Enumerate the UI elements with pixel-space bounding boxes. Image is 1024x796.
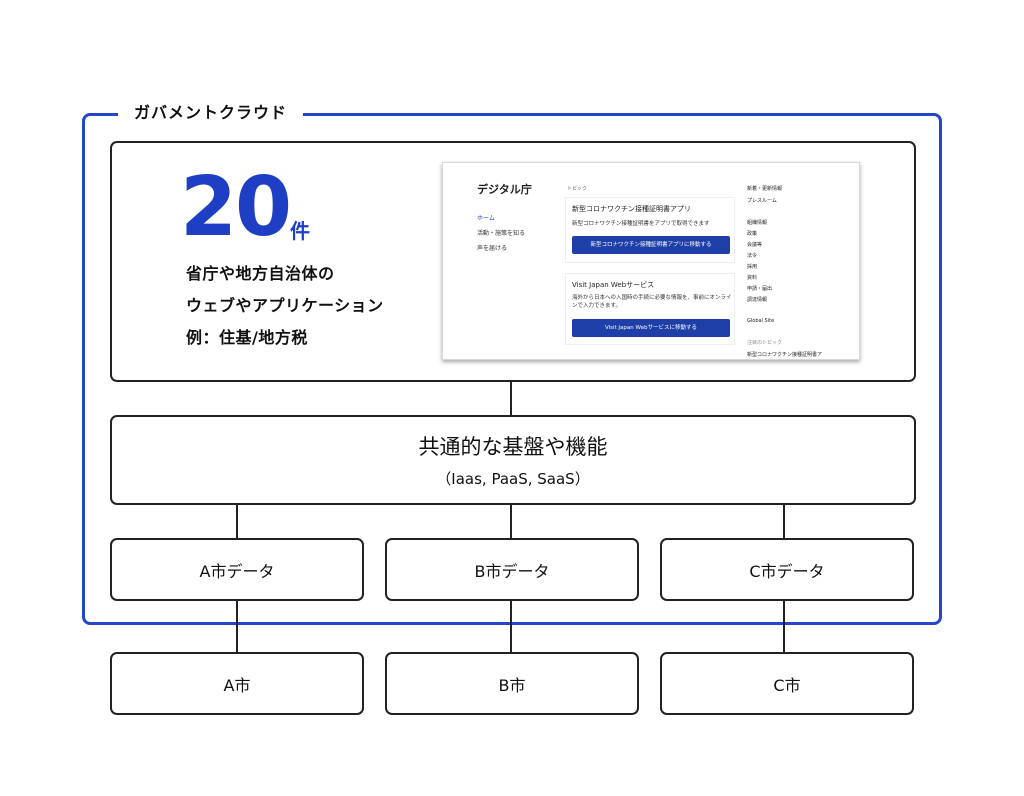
description-line-1: 省庁や地方自治体の xyxy=(186,264,335,283)
side-link: 組織情報 xyxy=(747,220,768,226)
website-nav-voice: 声を届ける xyxy=(477,245,508,252)
description-line-3: 例：住基/地方税 xyxy=(186,328,308,347)
description-line-2: ウェブやアプリケーション xyxy=(186,296,384,315)
side-link: 資料 xyxy=(747,275,758,281)
side-link: 採用 xyxy=(747,264,758,270)
side-link: 法令 xyxy=(747,253,758,259)
connector-line xyxy=(783,600,785,653)
website-topics-label: トピック xyxy=(567,186,588,192)
side-link: 調達情報 xyxy=(747,297,768,303)
city-data-box-b: B市データ xyxy=(385,538,639,601)
platform-title: 共通的な基盤や機能 xyxy=(418,435,608,459)
card-button: Visit Japan Webサービスに移動する xyxy=(572,319,730,337)
website-nav-home: ホーム xyxy=(477,215,495,222)
side-link: プレスルーム xyxy=(747,198,777,204)
website-logo: デジタル庁 xyxy=(477,183,532,196)
connector-line xyxy=(510,600,512,653)
city-box-b: B市 xyxy=(385,652,639,715)
side-link: 新型コロナワクチン接種証明書ア xyxy=(747,352,823,358)
government-cloud-title: ガバメントクラウド xyxy=(118,101,304,125)
website-card-vaccine: 新型コロナワクチン接種証明書アプリ 新型コロナワクチン接種証明書をアプリで取得で… xyxy=(565,197,735,263)
card-text: 新型コロナワクチン接種証明書をアプリで取得できます xyxy=(572,221,710,227)
website-screenshot: デジタル庁 ホーム 活動・施策を知る 声を届ける トピック 新型コロナワクチン接… xyxy=(442,162,860,360)
app-count: 20 xyxy=(180,160,292,255)
side-link: 政策 xyxy=(747,231,758,237)
website-nav-activities: 活動・施策を知る xyxy=(477,230,526,237)
website-card-visit-japan: Visit Japan Webサービス 海外から日本への入国時の手続に必要な情報… xyxy=(565,273,735,345)
card-title: Visit Japan Webサービス xyxy=(572,281,655,289)
connector-line xyxy=(783,504,785,539)
city-data-box-c: C市データ xyxy=(660,538,914,601)
app-count-unit: 件 xyxy=(290,219,310,243)
connector-line xyxy=(236,600,238,653)
side-link: 申請・届出 xyxy=(747,286,773,292)
city-box-c: C市 xyxy=(660,652,914,715)
side-link: Global Site xyxy=(747,318,775,324)
side-link: 新着・更新情報 xyxy=(747,186,783,192)
card-button: 新型コロナワクチン接種証明書アプリに移動する xyxy=(572,236,730,254)
city-data-box-a: A市データ xyxy=(110,538,364,601)
card-title: 新型コロナワクチン接種証明書アプリ xyxy=(572,205,691,213)
city-box-a: A市 xyxy=(110,652,364,715)
connector-line xyxy=(510,381,512,416)
side-link: 会議等 xyxy=(747,242,763,248)
side-link: 注目のトピック xyxy=(747,340,783,346)
platform-subtitle: （Iaas, PaaS, SaaS） xyxy=(436,470,590,488)
connector-line xyxy=(510,504,512,539)
card-text: 海外から日本への入国時の手続に必要な情報を、事前にオンラインで入力できます。 xyxy=(572,295,732,309)
connector-line xyxy=(236,504,238,539)
